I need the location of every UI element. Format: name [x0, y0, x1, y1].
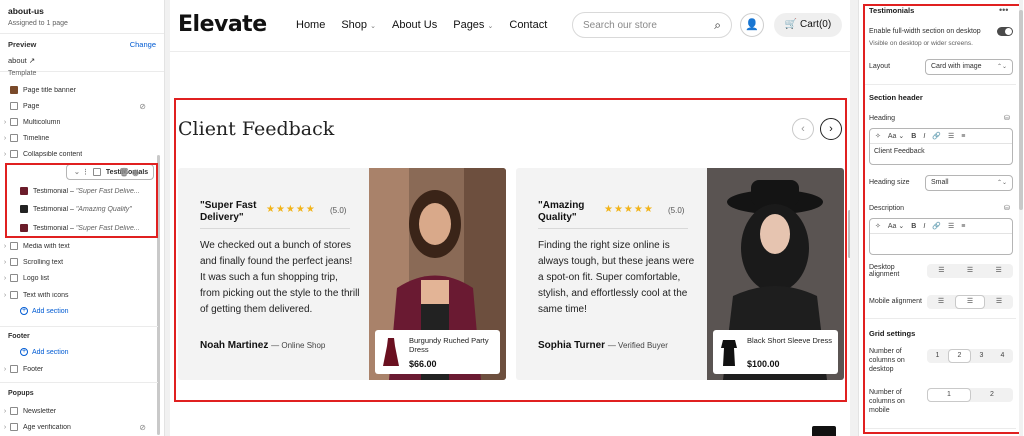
sidebar-item-label: Scrolling text: [23, 258, 64, 266]
sidebar-item-multicolumn[interactable]: › Multicolumn: [0, 114, 160, 130]
store-header: Elevate Home Shop ⌄ About Us Pages ⌄ Con…: [170, 0, 850, 52]
section-icon: [10, 102, 18, 110]
chevron-down-icon: ⌄: [487, 23, 494, 30]
image-icon: [10, 86, 18, 94]
section-icon: [10, 118, 18, 126]
search-input[interactable]: Search our store ⌕: [572, 12, 732, 38]
sidebar-item-label: Newsletter: [23, 407, 57, 415]
chevron-right-icon[interactable]: ›: [0, 424, 10, 431]
footer-label: Footer: [8, 333, 30, 340]
template-header: about-us Assigned to 1 page: [0, 0, 164, 34]
chevron-right-icon[interactable]: ›: [0, 259, 10, 266]
sidebar-item-label: Collapsible content: [23, 150, 83, 158]
cart-button[interactable]: 🛒 Cart(0): [774, 13, 842, 37]
highlight-box-settings: [863, 4, 1021, 434]
sidebar-item-scrolling-text[interactable]: › Scrolling text: [0, 254, 160, 270]
store-logo[interactable]: Elevate: [178, 12, 267, 37]
section-icon: [10, 407, 18, 415]
main-menu: Home Shop ⌄ About Us Pages ⌄ Contact: [296, 19, 547, 31]
add-section-label: Add section: [32, 307, 69, 315]
change-link[interactable]: Change: [130, 40, 156, 49]
search-placeholder: Search our store: [583, 20, 657, 31]
sidebar-item-label: Page: [23, 102, 40, 110]
preview-row: Preview Change about ↗: [0, 34, 164, 72]
chevron-right-icon[interactable]: ›: [0, 366, 10, 373]
chevron-down-icon: ⌄: [370, 23, 376, 30]
section-icon: [10, 258, 18, 266]
menu-label: Pages: [453, 19, 485, 31]
sidebar-item-collapsible-content[interactable]: › Collapsible content: [0, 146, 160, 162]
section-icon: [10, 274, 18, 282]
cart-label: Cart(0): [800, 19, 832, 30]
sidebar-item-label: Age verification: [23, 423, 71, 431]
section-icon: [10, 134, 18, 142]
sidebar-item-age-verification[interactable]: › Age verification ⊘: [0, 419, 160, 435]
menu-item-home[interactable]: Home: [296, 19, 325, 31]
section-icon: [10, 242, 18, 250]
sidebar-item-label: Multicolumn: [23, 118, 61, 126]
section-icon: [10, 150, 18, 158]
template-label: Template: [8, 70, 37, 77]
hidden-eye-icon[interactable]: ⊘: [139, 423, 146, 432]
sidebar-item-label: Timeline: [23, 134, 50, 142]
settings-scrollbar[interactable]: [1019, 0, 1023, 436]
footer-add-section-button[interactable]: + Add section: [20, 348, 69, 356]
sidebar-item-label: Text with icons: [23, 291, 69, 299]
floating-button[interactable]: [812, 426, 836, 436]
chevron-right-icon[interactable]: ›: [0, 408, 10, 415]
chevron-right-icon[interactable]: ›: [0, 151, 10, 158]
sidebar-item-label: Logo list: [23, 274, 50, 282]
sidebar-item-text-with-icons[interactable]: › Text with icons: [0, 287, 160, 303]
menu-item-pages[interactable]: Pages ⌄: [453, 19, 493, 31]
chevron-right-icon[interactable]: ›: [0, 243, 10, 250]
account-icon[interactable]: 👤: [740, 13, 764, 37]
add-section-button[interactable]: + Add section: [20, 307, 69, 315]
sidebar-item-page-title-banner[interactable]: Page title banner: [0, 82, 160, 98]
divider: [0, 326, 158, 327]
menu-label: Shop: [341, 19, 368, 31]
highlight-box-sidebar: [5, 163, 158, 238]
chevron-right-icon[interactable]: ›: [0, 135, 10, 142]
sidebar-item-label: Page title banner: [23, 86, 76, 94]
theme-editor: about-us Assigned to 1 page Preview Chan…: [0, 0, 1024, 436]
store-preview: Elevate Home Shop ⌄ About Us Pages ⌄ Con…: [170, 0, 850, 436]
chevron-right-icon[interactable]: ›: [0, 275, 10, 282]
template-title: about-us: [8, 6, 44, 16]
menu-item-shop[interactable]: Shop ⌄: [341, 19, 376, 31]
section-icon: [10, 291, 18, 299]
add-section-label: Add section: [32, 348, 69, 356]
chevron-right-icon[interactable]: ›: [0, 292, 10, 299]
sidebar-item-footer[interactable]: › Footer: [0, 361, 160, 377]
sidebar-item-newsletter[interactable]: › Newsletter: [0, 403, 160, 419]
menu-item-about-us[interactable]: About Us: [392, 19, 437, 31]
sidebar-item-logo-list[interactable]: › Logo list: [0, 270, 160, 286]
divider: [0, 382, 158, 383]
chevron-right-icon[interactable]: ›: [0, 119, 10, 126]
popups-label: Popups: [8, 390, 34, 397]
plus-circle-icon: +: [20, 348, 28, 356]
hidden-eye-icon[interactable]: ⊘: [139, 102, 146, 111]
sidebar-item-timeline[interactable]: › Timeline: [0, 130, 160, 146]
plus-circle-icon: +: [20, 307, 28, 315]
highlight-box-preview: [174, 98, 847, 402]
section-icon: [10, 423, 18, 431]
sidebar-item-label: Media with text: [23, 242, 70, 250]
template-subtitle: Assigned to 1 page: [8, 20, 68, 27]
preview-scrollbar[interactable]: [848, 210, 850, 258]
sidebar-item-label: Footer: [23, 365, 44, 373]
preview-page-name: about: [8, 56, 27, 65]
sidebar-item-media-with-text[interactable]: › Media with text: [0, 238, 160, 254]
external-link-icon[interactable]: ↗: [29, 56, 35, 65]
section-icon: [10, 365, 18, 373]
menu-item-contact[interactable]: Contact: [509, 19, 547, 31]
search-icon[interactable]: ⌕: [714, 18, 721, 33]
preview-value[interactable]: about ↗: [8, 56, 156, 65]
sidebar-item-page[interactable]: Page ⊘: [0, 98, 160, 114]
cart-icon: 🛒: [784, 19, 798, 30]
